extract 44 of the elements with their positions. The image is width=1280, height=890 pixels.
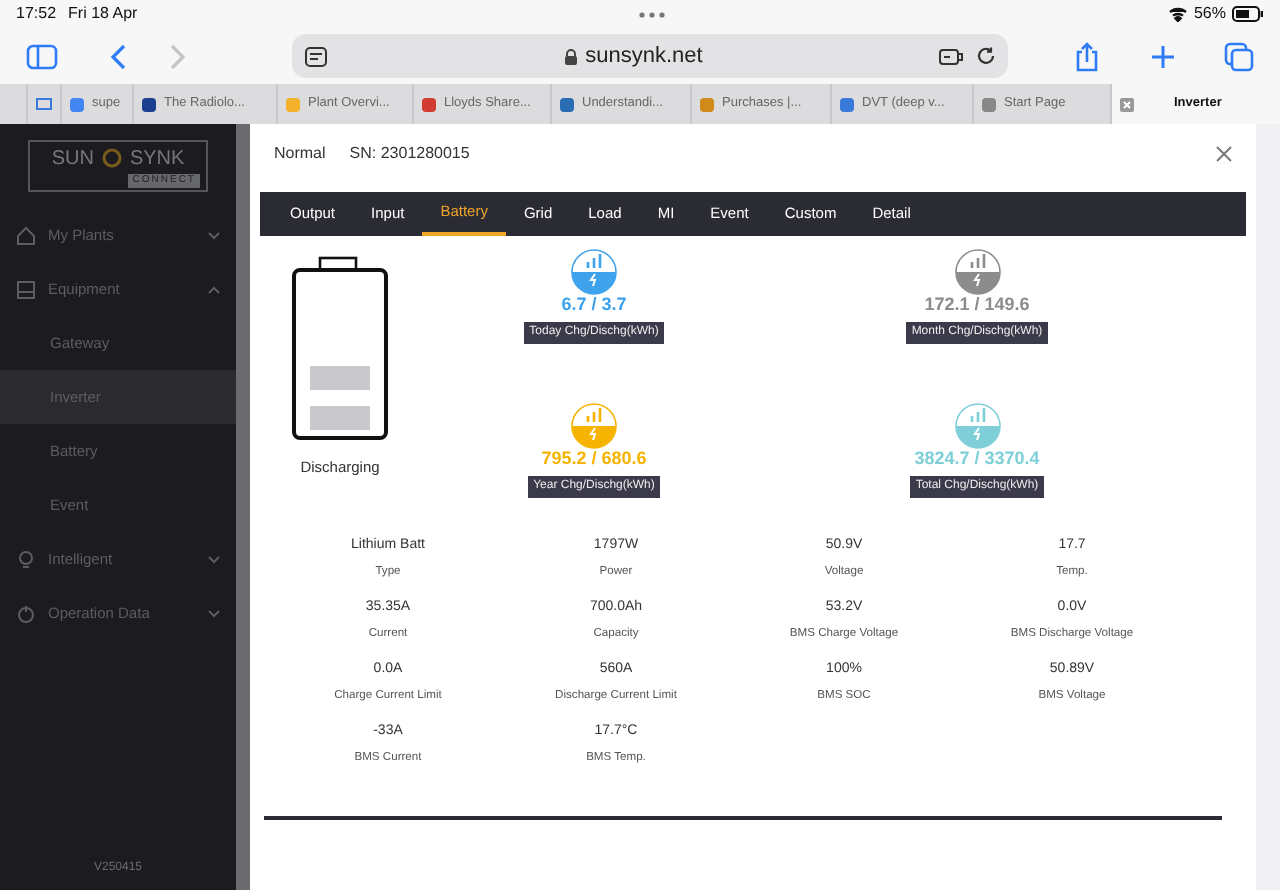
battery-icon xyxy=(1231,6,1264,22)
energy-gauge-icon xyxy=(570,402,618,450)
power-icon xyxy=(16,603,36,623)
forward-icon xyxy=(170,43,186,69)
bulb-icon xyxy=(16,549,36,569)
url-text: sunsynk.net xyxy=(585,41,703,72)
tab-favicon-icon xyxy=(70,97,84,111)
tab-favicon-icon xyxy=(422,97,436,111)
tab-favicon-icon xyxy=(560,97,574,111)
tab-favicon-icon xyxy=(142,97,156,111)
home-icon xyxy=(16,225,36,245)
wifi-icon xyxy=(1167,6,1188,22)
back-icon xyxy=(110,43,126,69)
tab-favicon-icon xyxy=(982,97,996,111)
tab-favicon-icon xyxy=(840,97,854,111)
energy-gauge-icon xyxy=(570,248,618,296)
status-text: Normal xyxy=(274,142,326,166)
device-icon xyxy=(16,279,36,299)
tabs-icon xyxy=(1223,41,1253,71)
energy-gauge-icon xyxy=(953,248,1001,296)
tab-favicon-icon xyxy=(286,97,300,111)
close-button[interactable] xyxy=(1216,146,1232,162)
energy-gauge-icon xyxy=(953,402,1001,450)
stat-value: 3824.7 / 3370.4 xyxy=(914,450,1040,468)
battery-percent: 56% xyxy=(1193,2,1226,26)
close-icon xyxy=(1120,97,1134,111)
tab-favicon-icon xyxy=(700,97,714,111)
plus-icon xyxy=(1149,43,1175,69)
lock-icon xyxy=(563,47,578,65)
reload-icon xyxy=(975,46,996,66)
status-time: 17:52 xyxy=(16,2,57,26)
serial-number: SN: 2301280015 xyxy=(349,142,470,166)
status-date: Fri 18 Apr xyxy=(68,2,138,26)
stat-value: 172.1 / 149.6 xyxy=(924,296,1030,314)
stat-value: 795.2 / 680.6 xyxy=(541,450,647,468)
more-dots-icon xyxy=(638,11,667,17)
extension-icon xyxy=(937,46,964,66)
tab-favicon-icon xyxy=(36,98,52,110)
stat-value: 6.7 / 3.7 xyxy=(561,296,627,314)
address-bar[interactable]: sunsynk.net xyxy=(292,34,1008,78)
close-icon xyxy=(1216,146,1232,162)
share-icon xyxy=(1073,41,1099,71)
sidebar-icon xyxy=(26,43,58,69)
reader-icon xyxy=(304,45,328,67)
